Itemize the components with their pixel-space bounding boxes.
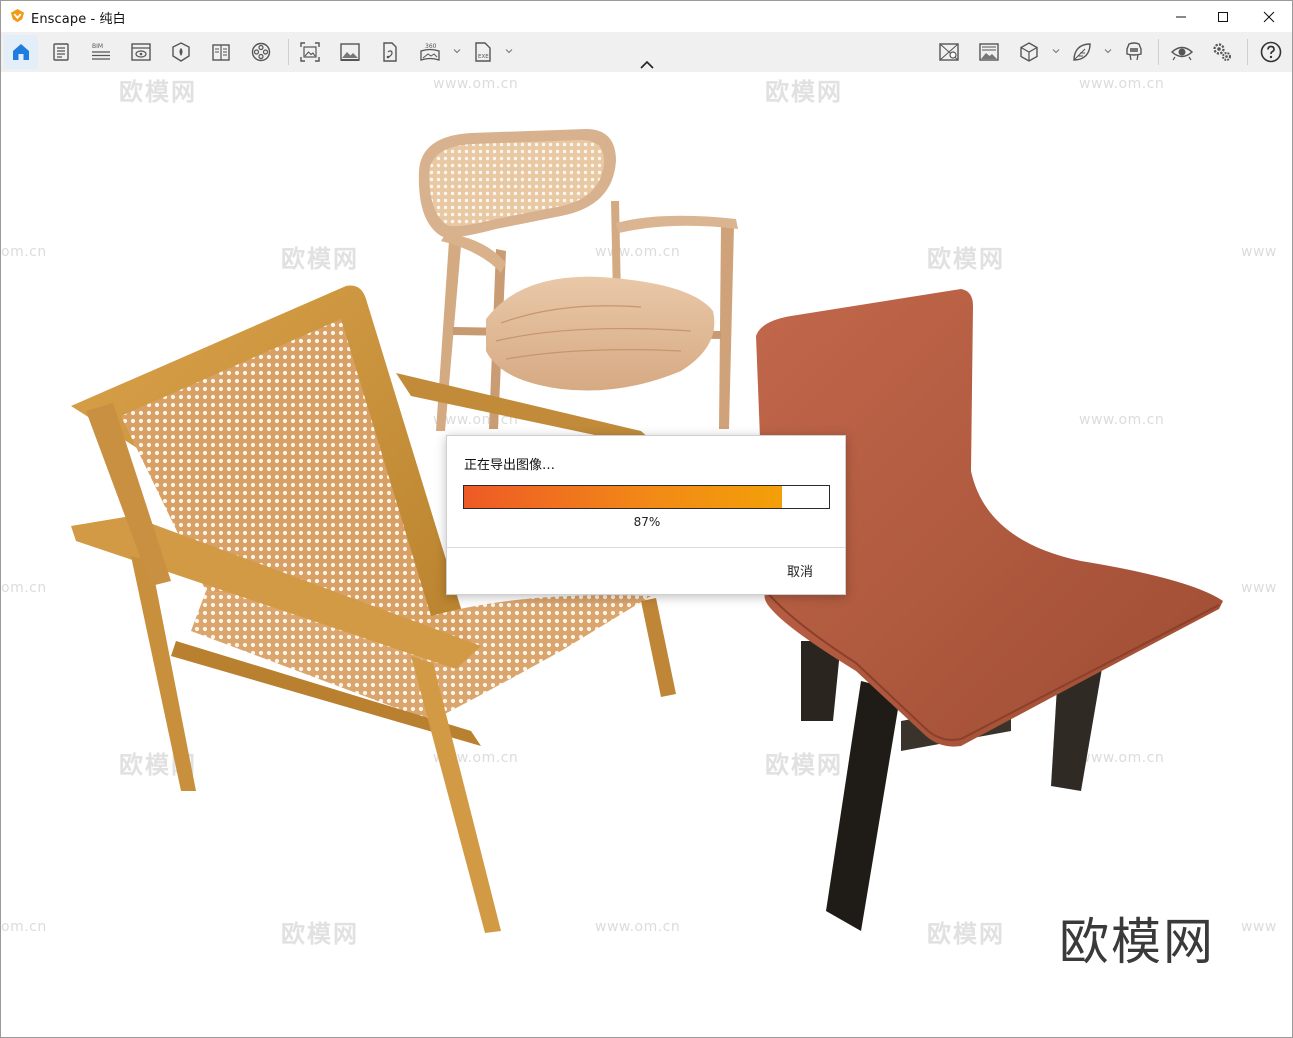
export-progress-dialog: 正在导出图像… 87% 取消 — [446, 435, 846, 595]
fog-chevron-down-icon[interactable] — [1104, 47, 1112, 55]
batch-render-button[interactable] — [333, 35, 367, 69]
close-button[interactable] — [1246, 1, 1292, 32]
minimize-icon — [1176, 16, 1186, 17]
visual-settings-button[interactable] — [932, 35, 966, 69]
exe-export-button[interactable]: EXE — [466, 35, 500, 69]
settings-button[interactable] — [1205, 35, 1239, 69]
home-icon — [13, 44, 29, 60]
film-reel-icon — [251, 42, 271, 62]
vr-headset-button[interactable] — [1117, 35, 1151, 69]
exe-icon: EXE — [475, 42, 491, 62]
image-icon — [340, 43, 360, 61]
document-icon — [53, 43, 69, 61]
export-icon — [383, 42, 397, 62]
view-management-button[interactable] — [124, 35, 158, 69]
eye-icon — [1170, 46, 1194, 61]
help-icon — [1260, 41, 1282, 63]
atmosphere-button[interactable] — [972, 35, 1006, 69]
bim-icon: BIM — [92, 43, 110, 60]
asset-icon — [172, 42, 190, 62]
material-editor-button[interactable] — [204, 35, 238, 69]
asset-library-button[interactable] — [164, 35, 198, 69]
toolbar-separator — [1158, 39, 1159, 65]
vr-headset-icon — [1126, 42, 1142, 61]
cube-icon — [1020, 42, 1038, 62]
dialog-title: 正在导出图像… — [464, 458, 556, 473]
exe-label: EXE — [478, 54, 489, 60]
window-title: Enscape - 纯白 — [31, 12, 126, 27]
gears-icon — [1213, 43, 1231, 61]
maximize-button[interactable] — [1200, 1, 1246, 32]
enscape-window: Enscape - 纯白 BIM 360 EXE 欧模网 www.om.cn 欧… — [0, 0, 1293, 1038]
progress-fill — [464, 486, 782, 508]
leather-side-chair — [756, 289, 1223, 931]
enscape-logo-icon — [10, 8, 25, 23]
title-bar[interactable]: Enscape - 纯白 — [1, 1, 1292, 32]
bim-button[interactable]: BIM — [84, 35, 118, 69]
close-icon — [1263, 11, 1275, 22]
cube-chevron-down-icon[interactable] — [1052, 47, 1060, 55]
toolbar-separator — [288, 39, 289, 65]
help-button[interactable] — [1254, 35, 1288, 69]
bim-label: BIM — [92, 43, 103, 50]
panorama-button[interactable]: 360 — [413, 35, 447, 69]
leaf-icon — [1073, 43, 1091, 61]
screenshot-icon — [300, 42, 320, 62]
export-button[interactable] — [373, 35, 407, 69]
book-icon — [212, 44, 230, 61]
rattan-dining-chair — [418, 129, 738, 431]
corner-brand-logo: 欧模网 — [1059, 913, 1215, 971]
atmosphere-icon — [979, 43, 999, 61]
home-button[interactable] — [4, 35, 38, 69]
eye-window-icon — [131, 43, 151, 61]
view-settings-button[interactable] — [1165, 35, 1199, 69]
cube-view-button[interactable] — [1012, 35, 1046, 69]
fog-button[interactable] — [1065, 35, 1099, 69]
maximize-icon — [1218, 11, 1228, 22]
document-button[interactable] — [44, 35, 78, 69]
cancel-button[interactable]: 取消 — [787, 561, 813, 580]
video-editor-button[interactable] — [244, 35, 278, 69]
visual-settings-icon — [939, 43, 959, 61]
export-progress-bar — [463, 485, 830, 509]
panorama-chevron-down-icon[interactable] — [453, 47, 461, 55]
exe-chevron-down-icon[interactable] — [505, 47, 513, 55]
collapse-toolbar-chevron-up-icon[interactable] — [639, 59, 655, 71]
screenshot-button[interactable] — [293, 35, 327, 69]
minimize-button[interactable] — [1158, 1, 1204, 32]
progress-percent: 87% — [633, 515, 661, 529]
dialog-divider — [447, 547, 845, 548]
toolbar-separator — [1247, 39, 1248, 65]
panorama-360-icon: 360 — [420, 43, 440, 61]
